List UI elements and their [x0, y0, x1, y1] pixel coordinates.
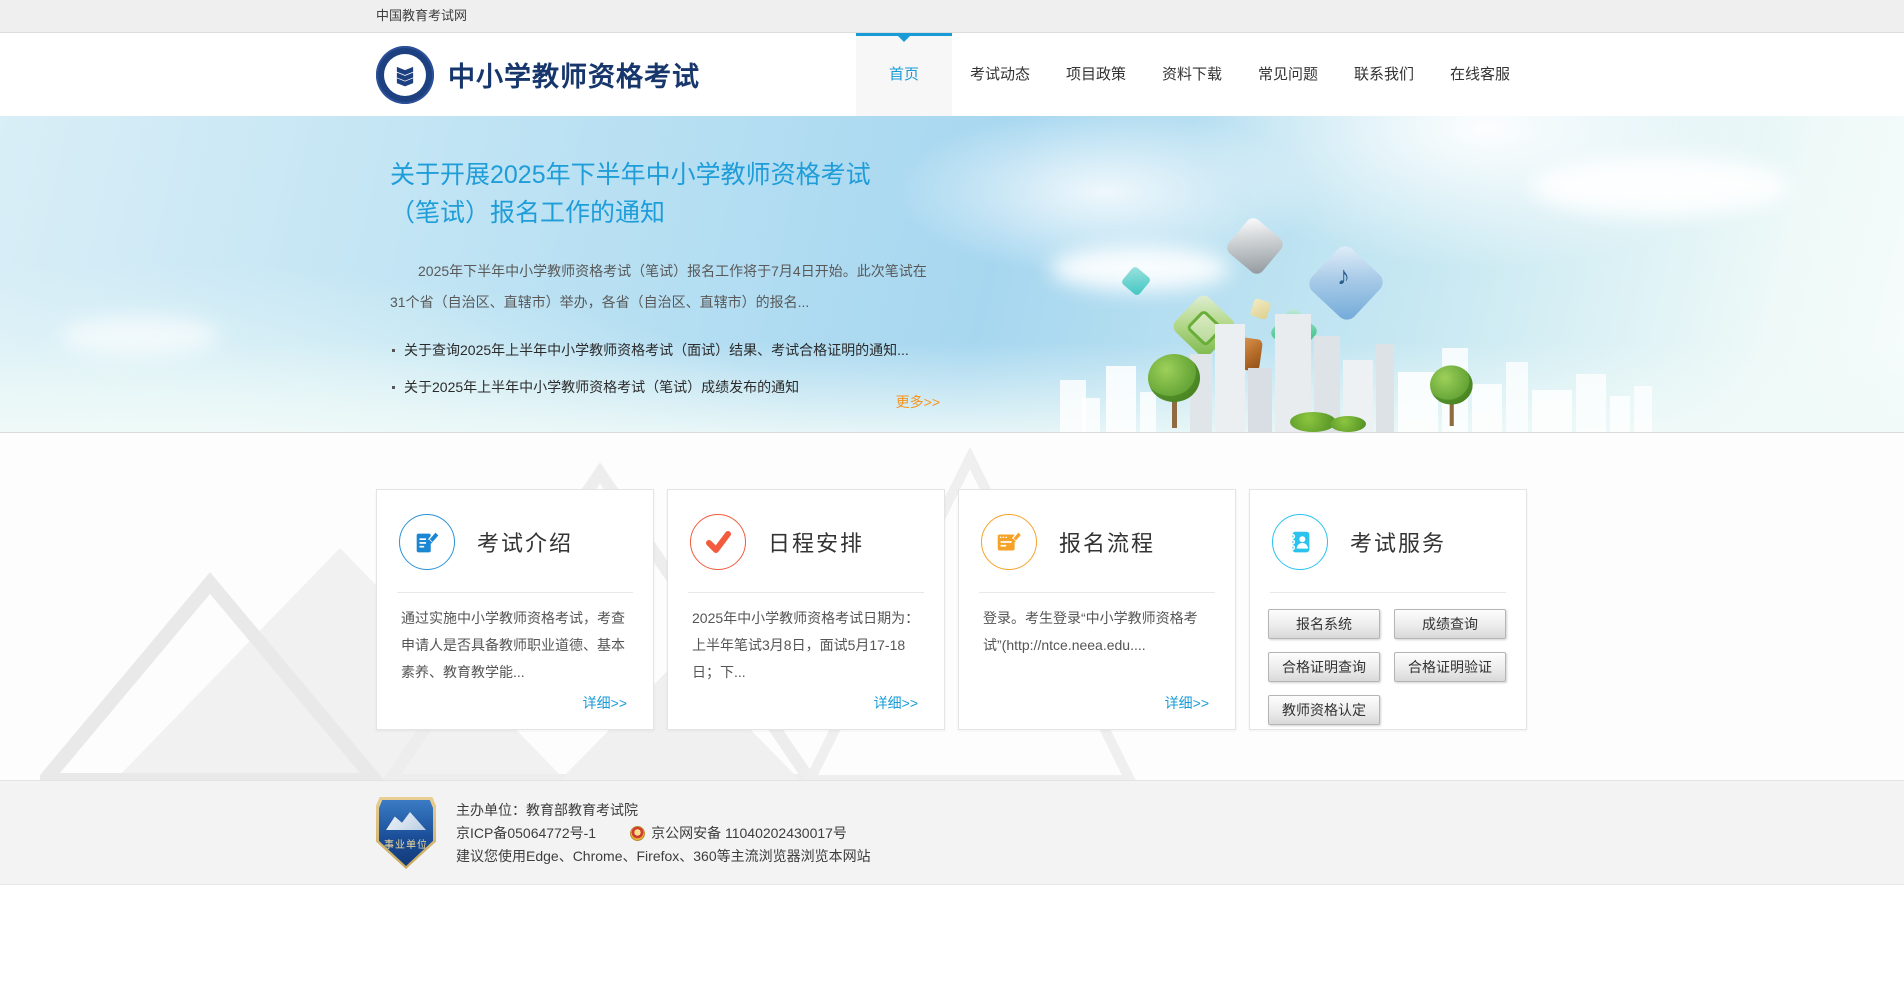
card-exam-services: 考试服务 报名系统 成绩查询 合格证明查询 合格证明验证 教师资格认定 [1249, 489, 1527, 730]
certificate-verify-button[interactable]: 合格证明验证 [1394, 652, 1506, 682]
topbar: 中国教育考试网 [0, 0, 1904, 33]
nav-faq[interactable]: 常见问题 [1240, 33, 1336, 116]
site-header: 中小学教师资格考试 首页 考试动态 项目政策 资料下载 常见问题 联系我们 在线… [0, 33, 1904, 116]
nav-contact[interactable]: 联系我们 [1336, 33, 1432, 116]
divider [1270, 592, 1506, 593]
service-buttons: 报名系统 成绩查询 合格证明查询 合格证明验证 教师资格认定 [1268, 609, 1526, 725]
news-link[interactable]: 关于2025年上半年中小学教师资格考试（笔试）成绩发布的通知 [404, 379, 799, 395]
card-title: 考试介绍 [477, 526, 573, 558]
browser-tip: 建议您使用Edge、Chrome、Firefox、360等主流浏览器浏览本网站 [456, 845, 871, 868]
public-institution-badge-icon: 事业单位 [376, 797, 436, 869]
card-body: 登录。考生登录“中小学教师资格考试”(http://ntce.neea.edu.… [983, 605, 1211, 659]
card-body: 2025年中小学教师资格考试日期为：上半年笔试3月8日，面试5月17-18日；下… [692, 605, 920, 686]
score-query-button[interactable]: 成绩查询 [1394, 609, 1506, 639]
divider [397, 592, 633, 593]
divider [979, 592, 1215, 593]
card-body: 通过实施中小学教师资格考试，考查申请人是否具备教师职业道德、基本素养、教育教学能… [401, 605, 629, 686]
site-logo[interactable]: 中小学教师资格考试 [376, 33, 700, 116]
service-book-icon [1272, 514, 1328, 570]
card-title: 日程安排 [768, 526, 864, 558]
site-footer: 事业单位 主办单位：教育部教育考试院 京ICP备05064772号-1 京公网安… [0, 780, 1904, 885]
hero-banner: 关于开展2025年下半年中小学教师资格考试（笔试）报名工作的通知 2025年下半… [0, 116, 1904, 433]
schedule-check-icon [690, 514, 746, 570]
organizer-line: 主办单位：教育部教育考试院 [456, 799, 871, 822]
site-title: 中小学教师资格考试 [448, 55, 700, 94]
card-title: 考试服务 [1350, 526, 1446, 558]
icp-link[interactable]: 京ICP备05064772号-1 [456, 822, 596, 845]
exam-intro-icon [399, 514, 455, 570]
registration-system-button[interactable]: 报名系统 [1268, 609, 1380, 639]
card-registration-flow: 报名流程 登录。考生登录“中小学教师资格考试”(http://ntce.neea… [958, 489, 1236, 730]
main-nav: 首页 考试动态 项目政策 资料下载 常见问题 联系我们 在线客服 [856, 33, 1528, 116]
card-title: 报名流程 [1059, 526, 1155, 558]
detail-link[interactable]: 详细>> [1165, 693, 1209, 713]
nav-exam-news[interactable]: 考试动态 [952, 33, 1048, 116]
nav-downloads[interactable]: 资料下载 [1144, 33, 1240, 116]
book-icon [392, 62, 418, 88]
divider [688, 592, 924, 593]
parent-site-link[interactable]: 中国教育考试网 [376, 0, 467, 32]
quick-panels-section: 考试介绍 通过实施中小学教师资格考试，考查申请人是否具备教师职业道德、基本素养、… [0, 433, 1904, 780]
nav-home[interactable]: 首页 [856, 33, 952, 116]
more-link[interactable]: 更多>> [866, 392, 940, 412]
detail-link[interactable]: 详细>> [874, 693, 918, 713]
notice-summary: 2025年下半年中小学教师资格考试（笔试）报名工作将于7月4日开始。此次笔试在3… [390, 256, 938, 318]
site-emblem-icon [376, 46, 434, 104]
registration-form-icon [981, 514, 1037, 570]
card-exam-intro: 考试介绍 通过实施中小学教师资格考试，考查申请人是否具备教师职业道德、基本素养、… [376, 489, 654, 730]
nav-online-service[interactable]: 在线客服 [1432, 33, 1528, 116]
badge-label: 事业单位 [379, 836, 433, 851]
news-link[interactable]: 关于查询2025年上半年中小学教师资格考试（面试）结果、考试合格证明的通知... [404, 342, 909, 358]
notice-headline-link[interactable]: 关于开展2025年下半年中小学教师资格考试（笔试）报名工作的通知 [390, 156, 920, 232]
nav-project-policy[interactable]: 项目政策 [1048, 33, 1144, 116]
certificate-query-button[interactable]: 合格证明查询 [1268, 652, 1380, 682]
police-badge-icon [630, 826, 645, 841]
news-item: 关于查询2025年上半年中小学教师资格考试（面试）结果、考试合格证明的通知... [390, 332, 950, 369]
detail-link[interactable]: 详细>> [583, 693, 627, 713]
card-schedule: 日程安排 2025年中小学教师资格考试日期为：上半年笔试3月8日，面试5月17-… [667, 489, 945, 730]
security-record-link[interactable]: 京公网安备 11040202430017号 [651, 822, 847, 845]
teacher-certification-button[interactable]: 教师资格认定 [1268, 695, 1380, 725]
